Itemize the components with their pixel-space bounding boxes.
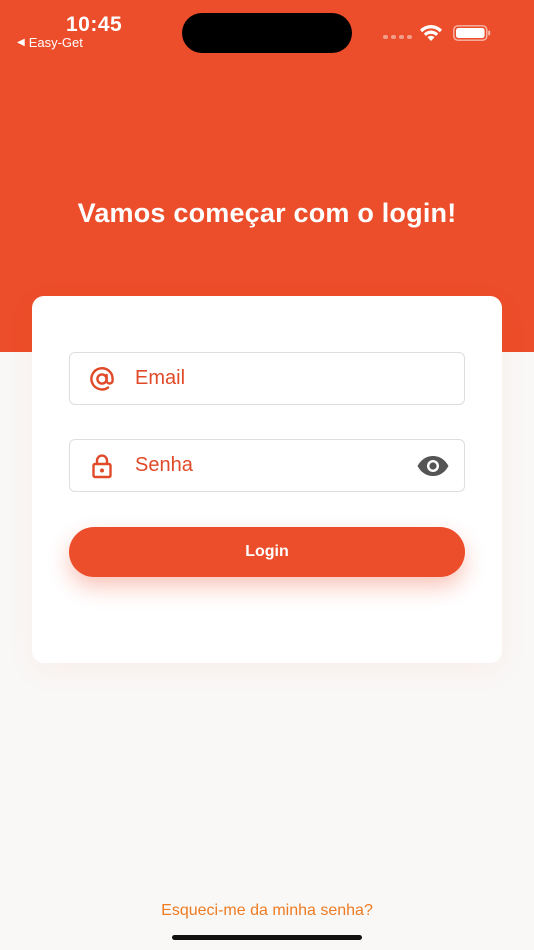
login-screen: 10:45 ◀ Easy-Get Vamos começar com o log… (0, 0, 534, 950)
battery-icon (453, 25, 491, 41)
login-card: Email Senha Login (32, 296, 502, 663)
login-button[interactable]: Login (69, 527, 465, 577)
forgot-password-link[interactable]: Esqueci-me da minha senha? (0, 902, 534, 920)
eye-icon[interactable] (416, 454, 450, 478)
email-field[interactable]: Email (69, 352, 465, 405)
back-to-app-link[interactable]: ◀ Easy-Get (17, 35, 83, 50)
at-sign-icon (90, 367, 114, 391)
back-triangle-icon: ◀ (17, 37, 25, 48)
wifi-icon (420, 24, 442, 41)
home-indicator[interactable] (172, 935, 362, 940)
signal-dots-icon (383, 35, 412, 39)
dynamic-island (182, 13, 352, 53)
email-placeholder: Email (135, 367, 186, 389)
password-placeholder: Senha (135, 454, 193, 476)
lock-icon (92, 454, 112, 479)
password-field[interactable]: Senha (69, 439, 465, 492)
page-title: Vamos começar com o login! (77, 198, 457, 228)
back-app-label: Easy-Get (28, 35, 83, 50)
status-time: 10:45 (66, 13, 123, 36)
